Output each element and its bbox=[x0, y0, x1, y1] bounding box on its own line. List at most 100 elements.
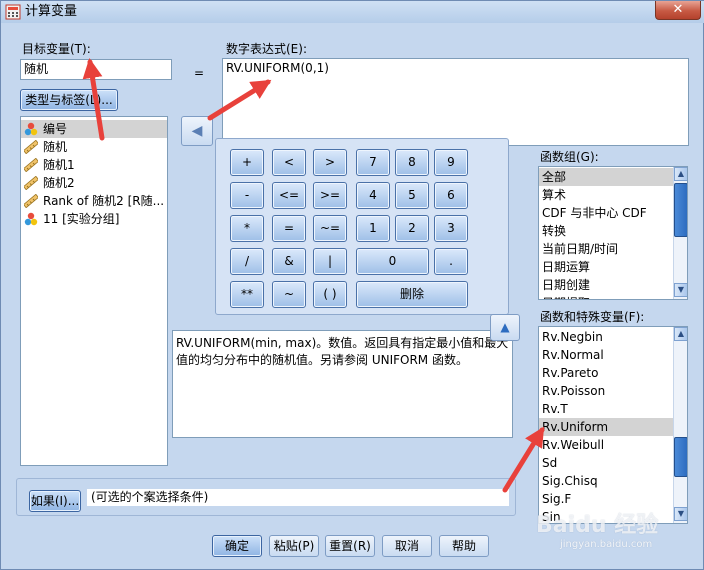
key-digit-8[interactable]: 8 bbox=[395, 149, 429, 176]
function-group-item[interactable]: 转换 bbox=[539, 222, 673, 240]
scale-variable-icon bbox=[24, 157, 38, 172]
target-variable-input[interactable]: 随机 bbox=[20, 59, 172, 80]
key-digit-1[interactable]: 1 bbox=[356, 215, 390, 242]
scale-variable-icon bbox=[24, 175, 38, 190]
title-bar[interactable]: 计算变量 ✕ bbox=[1, 1, 704, 23]
function-item[interactable]: Sin bbox=[539, 508, 673, 523]
equals-sign: = bbox=[194, 66, 205, 80]
key-digit-6[interactable]: 6 bbox=[434, 182, 468, 209]
function-group-item[interactable]: 当前日期/时间 bbox=[539, 240, 673, 258]
function-group-item[interactable]: 日期提取 bbox=[539, 294, 673, 299]
key-greater-equal[interactable]: >= bbox=[313, 182, 347, 209]
function-item[interactable]: Sig.F bbox=[539, 490, 673, 508]
key-delete[interactable]: 删除 bbox=[356, 281, 468, 308]
nominal-variable-icon bbox=[24, 212, 38, 225]
key-digit-7[interactable]: 7 bbox=[356, 149, 390, 176]
variable-item[interactable]: Rank of 随机2 [R随... bbox=[21, 192, 167, 210]
key-greater-than[interactable]: > bbox=[313, 149, 347, 176]
function-item[interactable]: Rv.Uniform bbox=[539, 418, 673, 436]
function-group-item[interactable]: 算术 bbox=[539, 186, 673, 204]
variable-item[interactable]: 随机 bbox=[21, 138, 167, 156]
key-digit-0[interactable]: 0 bbox=[356, 248, 429, 275]
function-item[interactable]: Rv.Weibull bbox=[539, 436, 673, 454]
variable-item[interactable]: 11 [实验分组] bbox=[21, 210, 167, 228]
key-plus[interactable]: + bbox=[230, 149, 264, 176]
calculator-app-icon bbox=[5, 4, 21, 20]
function-description: RV.UNIFORM(min, max)。数值。返回具有指定最小值和最大值的均匀… bbox=[172, 330, 513, 438]
key-minus[interactable]: - bbox=[230, 182, 264, 209]
key-digit-4[interactable]: 4 bbox=[356, 182, 390, 209]
key-less-than[interactable]: < bbox=[272, 149, 306, 176]
function-group-label: 函数组(G): bbox=[540, 150, 599, 164]
key-not[interactable]: ~ bbox=[272, 281, 306, 308]
key-equals[interactable]: = bbox=[272, 215, 306, 242]
key-digit-3[interactable]: 3 bbox=[434, 215, 468, 242]
numeric-expression-label: 数字表达式(E): bbox=[226, 42, 307, 56]
scale-variable-icon bbox=[24, 139, 38, 154]
key-multiply[interactable]: * bbox=[230, 215, 264, 242]
reset-button[interactable]: 重置(R) bbox=[325, 535, 375, 557]
source-variable-list[interactable]: 编号随机随机1 随机2 Rank of 随机2 [R随... 11 [实验分组] bbox=[20, 116, 168, 466]
key-parentheses[interactable]: ( ) bbox=[313, 281, 347, 308]
function-item[interactable]: Rv.Pareto bbox=[539, 364, 673, 382]
scrollbar-thumb[interactable] bbox=[674, 183, 687, 237]
key-digit-5[interactable]: 5 bbox=[395, 182, 429, 209]
key-less-equal[interactable]: <= bbox=[272, 182, 306, 209]
close-icon: ✕ bbox=[672, 2, 684, 17]
variable-item-label: 编号 bbox=[43, 122, 68, 136]
variable-item[interactable]: 随机2 bbox=[21, 174, 167, 192]
function-group-item[interactable]: CDF 与非中心 CDF bbox=[539, 204, 673, 222]
function-item[interactable]: Rv.Negbin bbox=[539, 328, 673, 346]
variable-item-label: 随机 bbox=[43, 140, 68, 154]
variable-item[interactable]: 编号 bbox=[21, 120, 167, 138]
variable-item-label: 11 [实验分组] bbox=[43, 212, 120, 226]
scroll-up-icon[interactable]: ▲ bbox=[674, 167, 687, 181]
ok-button[interactable]: 确定 bbox=[212, 535, 262, 557]
scrollbar-thumb[interactable] bbox=[674, 437, 687, 477]
function-group-scrollbar[interactable]: ▲ ▼ bbox=[673, 167, 687, 299]
key-digit-9[interactable]: 9 bbox=[434, 149, 468, 176]
variable-item-label: 随机1 bbox=[43, 158, 75, 172]
move-to-expression-button[interactable]: ◀ bbox=[181, 116, 213, 146]
scroll-down-icon[interactable]: ▼ bbox=[674, 283, 687, 297]
key-decimal[interactable]: . bbox=[434, 248, 468, 275]
arrow-left-icon: ◀ bbox=[191, 123, 203, 139]
function-group-item[interactable]: 日期运算 bbox=[539, 258, 673, 276]
scroll-down-icon[interactable]: ▼ bbox=[674, 507, 687, 521]
cancel-button[interactable]: 取消 bbox=[382, 535, 432, 557]
target-variable-label: 目标变量(T): bbox=[22, 42, 91, 56]
function-group-item[interactable]: 日期创建 bbox=[539, 276, 673, 294]
function-item[interactable]: Rv.Normal bbox=[539, 346, 673, 364]
insert-function-button[interactable]: ▲ bbox=[490, 314, 520, 341]
help-button[interactable]: 帮助 bbox=[439, 535, 489, 557]
function-item[interactable]: Rv.T bbox=[539, 400, 673, 418]
condition-text: (可选的个案选择条件) bbox=[87, 489, 509, 506]
key-digit-2[interactable]: 2 bbox=[395, 215, 429, 242]
type-and-label-button[interactable]: 类型与标签(L)... bbox=[20, 89, 118, 111]
function-item[interactable]: Rv.Poisson bbox=[539, 382, 673, 400]
scroll-up-icon[interactable]: ▲ bbox=[674, 327, 687, 341]
window-title: 计算变量 bbox=[25, 4, 78, 19]
close-button[interactable]: ✕ bbox=[655, 1, 701, 20]
key-or[interactable]: | bbox=[313, 248, 347, 275]
paste-button[interactable]: 粘贴(P) bbox=[269, 535, 319, 557]
function-group-item[interactable]: 全部 bbox=[539, 168, 673, 186]
if-button[interactable]: 如果(I)... bbox=[29, 490, 81, 512]
calculator-keypad: + < >7 8 9 - <= >= 4 5 6 * = ~= 1 2 3 /& | 0. ** ~ ( ) 删除 bbox=[215, 138, 509, 315]
condition-group: 如果(I)... (可选的个案选择条件) bbox=[16, 478, 516, 516]
functions-list[interactable]: Rv.Negbin Rv.Normal Rv.Pareto Rv.Poisson Rv.… bbox=[538, 326, 688, 524]
functions-scrollbar[interactable]: ▲ ▼ bbox=[673, 327, 687, 523]
scale-variable-icon bbox=[24, 193, 38, 208]
function-group-list[interactable]: 全部算术CDF 与非中心 CDF转换当前日期/时间日期运算日期创建日期提取 ▲ … bbox=[538, 166, 688, 300]
key-and[interactable]: & bbox=[272, 248, 306, 275]
arrow-up-icon: ▲ bbox=[500, 320, 510, 334]
function-item[interactable]: Sig.Chisq bbox=[539, 472, 673, 490]
variable-item-label: Rank of 随机2 [R随... bbox=[43, 194, 165, 208]
variable-item[interactable]: 随机1 bbox=[21, 156, 167, 174]
function-item[interactable]: Sd bbox=[539, 454, 673, 472]
key-power[interactable]: ** bbox=[230, 281, 264, 308]
key-divide[interactable]: / bbox=[230, 248, 264, 275]
functions-label: 函数和特殊变量(F): bbox=[540, 310, 645, 324]
numeric-expression-input[interactable]: RV.UNIFORM(0,1) bbox=[222, 58, 689, 146]
key-not-equal[interactable]: ~= bbox=[313, 215, 347, 242]
